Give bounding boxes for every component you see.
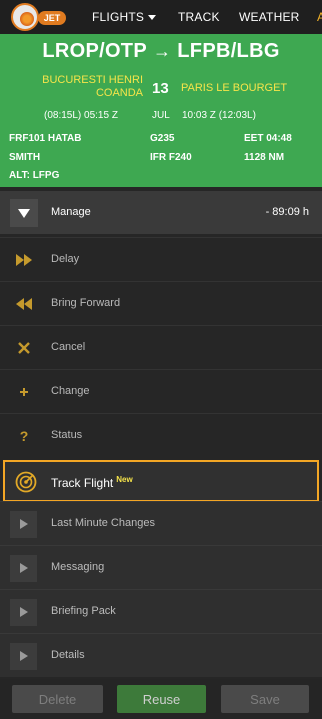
arrival-time: 10:03 Z (12:03L) [182,110,256,121]
section-label: Briefing Pack [51,605,116,617]
chevron-down-icon[interactable] [148,15,156,20]
departure-time: (08:15L) 05:15 Z [44,110,118,121]
question-icon: ? [19,428,29,444]
time-remaining: - 89:09 h [265,206,309,218]
pilot-name: SMITH [9,152,41,163]
action-bring-forward-label: Bring Forward [51,297,121,309]
action-status-label: Status [51,429,83,441]
expand-icon[interactable] [10,555,37,582]
section-last-minute-changes[interactable]: Last Minute Changes [0,501,322,545]
save-button[interactable]: Save [221,685,309,713]
top-nav: JET FLIGHTS TRACK WEATHER A [0,0,322,34]
action-cancel-label: Cancel [51,341,86,353]
logo-text: JET [38,11,66,25]
action-cancel[interactable]: Cancel [0,325,322,369]
nav-track[interactable]: TRACK [178,10,220,24]
section-briefing-pack[interactable]: Briefing Pack [0,589,322,633]
action-status[interactable]: ? Status [0,413,322,457]
route-destination: LFPB/LBG [177,40,280,62]
expand-icon[interactable] [10,511,37,538]
manage-section-header[interactable]: Manage - 89:09 h [0,191,322,234]
arrival-airport-name: PARIS LE BOURGET [181,82,288,94]
alternate-airport: ALT: LFPG [9,170,60,181]
reuse-button[interactable]: Reuse [117,685,206,713]
track-flight-text: Track Flight [51,476,114,490]
manage-label: Manage [51,206,91,218]
section-label: Messaging [51,561,105,573]
eet-value: EET 04:48 [244,133,292,144]
delete-button[interactable]: Delete [12,685,103,713]
track-flight-button[interactable]: Track Flight New [3,460,319,502]
sun-icon [20,12,34,26]
fast-forward-icon [15,251,33,269]
section-label: Details [51,649,85,661]
plus-icon [15,383,33,401]
action-change-label: Change [51,385,90,397]
nav-more[interactable]: A [317,10,322,24]
flight-day: 13 [152,80,169,97]
logo-ring-icon [11,3,39,31]
expand-icon[interactable] [10,599,37,626]
flight-distance: 1128 NM [244,152,285,163]
flight-id: FRF101 HATAB [9,133,82,144]
nav-flights[interactable]: FLIGHTS [92,10,144,24]
action-bring-forward[interactable]: Bring Forward [0,281,322,325]
close-icon [15,339,33,357]
track-flight-label: Track Flight New [51,475,133,490]
rewind-icon [15,295,33,313]
aircraft-type: G235 [150,133,175,144]
nav-weather[interactable]: WEATHER [239,10,300,24]
collapse-icon[interactable] [10,199,38,227]
footer-toolbar: Delete Reuse Save [0,679,322,719]
new-badge: New [116,475,133,484]
route-origin: LROP/OTP [42,40,147,62]
departure-airport-name: BUCURESTI HENRI COANDA [42,74,143,99]
section-details[interactable]: Details [0,633,322,677]
flight-month: JUL [152,110,170,121]
action-delay[interactable]: Delay [0,237,322,281]
radar-icon [15,471,37,493]
expand-icon[interactable] [10,643,37,670]
flight-rules: IFR F240 [150,152,192,163]
route-arrow-icon: → [152,41,172,61]
action-change[interactable]: Change [0,369,322,413]
section-messaging[interactable]: Messaging [0,545,322,589]
action-delay-label: Delay [51,253,80,265]
section-label: Last Minute Changes [51,517,155,529]
route-title: LROP/OTP → LFPB/LBG [0,40,322,63]
